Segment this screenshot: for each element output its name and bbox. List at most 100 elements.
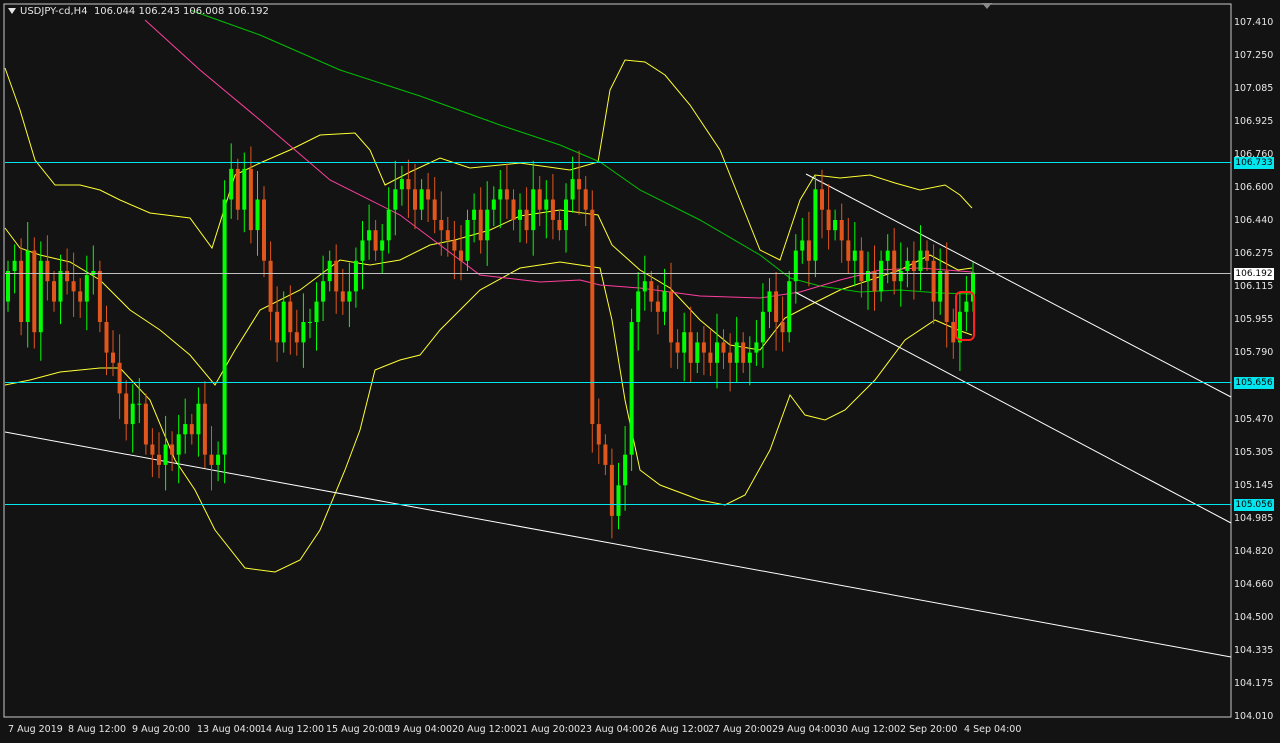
candle-body [294,332,299,343]
candle-body [938,271,943,302]
collapse-triangle-icon[interactable] [8,8,16,14]
candle-body [879,260,884,292]
price-axis-label: 104.335 [1234,644,1274,656]
candlesticks [6,143,975,539]
candle-body [393,189,398,210]
candle-body [537,189,542,210]
candle-body [19,260,24,322]
price-axis-label: 105.790 [1234,347,1274,359]
candle-body [465,220,470,261]
candle-body [675,342,680,353]
candle-body [367,230,372,241]
candle-body [957,311,962,343]
horizontal-level-tag: 106.192 [1234,267,1274,280]
candle-body [419,189,424,210]
candle-body [636,291,641,322]
candle-body [728,352,733,363]
price-axis-label: 107.410 [1234,17,1274,28]
candle-body [951,322,956,343]
candle-body [544,199,549,210]
horizontal-level-tag: 105.056 [1234,498,1274,511]
time-axis-label: 7 Aug 2019 [8,724,63,735]
candle-body [531,189,536,231]
candle-body [216,454,221,465]
candle-body [268,260,273,312]
candle-body [445,230,450,241]
candle-body [459,250,463,261]
trend-lines [4,173,1232,658]
candle-body [846,240,851,261]
candle-body [452,240,457,251]
time-axis-label: 15 Aug 20:00 [326,724,391,735]
candle-body [609,464,614,516]
candle-body [347,291,352,302]
candle-body [800,240,805,251]
trendline-channel-upper [805,173,1232,398]
candle-body [898,271,903,282]
time-axis-label: 27 Aug 20:00 [708,724,773,735]
candle-body [754,342,759,353]
candle-body [84,275,89,302]
candle-body [596,424,601,445]
time-axis-label: 23 Aug 04:00 [580,724,645,735]
candle-body [373,230,378,251]
candle-body [616,485,621,516]
candle-body [78,291,83,302]
candle-body [104,322,109,353]
candle-body [820,189,824,210]
candle-body [964,301,969,312]
candle-body [577,179,582,190]
chart-shift-marker-icon[interactable] [982,3,992,9]
candle-body [911,260,916,271]
candle-body [504,189,509,200]
candle-body [222,199,227,455]
horizontal-levels[interactable] [5,162,1231,505]
candle-body [688,332,693,363]
candle-body [833,220,838,231]
candle-body [557,220,562,231]
candle-body [872,271,877,292]
candle-body [275,311,280,343]
candle-body [741,342,746,363]
time-axis-label: 4 Sep 04:00 [964,724,1022,735]
candle-body [58,271,63,302]
candle-body [524,209,529,231]
price-chart[interactable] [0,0,1280,743]
candle-body [852,250,857,261]
candle-body [715,342,719,363]
candle-body [301,322,306,343]
candle-body [478,209,483,241]
candle-body [918,250,923,271]
time-axis-label: 20 Aug 12:00 [452,724,517,735]
candle-body [163,444,168,465]
time-axis-label: 14 Aug 12:00 [260,724,325,735]
candle-body [12,260,17,271]
price-axis-label: 106.925 [1234,116,1274,128]
chart-window[interactable]: USDJPY-cd,H4 106.044 106.243 106.008 106… [0,0,1280,743]
candle-body [321,281,326,302]
candle-body [334,260,339,292]
candle-body [774,291,779,322]
candle-body [655,301,660,312]
candle-body [281,301,286,343]
candle-body [386,209,391,241]
price-axis-label: 107.250 [1234,50,1274,62]
candle-body [511,199,516,220]
price-axis-label: 107.085 [1234,83,1274,95]
candle-body [176,434,181,455]
price-axis-label: 106.115 [1234,281,1274,293]
candle-body [353,260,358,292]
time-axis-label: 2 Sep 20:00 [900,724,958,735]
candle-body [340,291,345,302]
price-axis-label: 105.955 [1234,314,1274,326]
price-axis-label: 104.820 [1234,545,1274,557]
candle-body [866,271,870,282]
candle-body [701,342,706,353]
candle-body [787,281,792,333]
price-axis-label: 105.470 [1234,413,1274,425]
candle-body [734,342,739,363]
candle-body [491,199,496,210]
candle-body [708,352,713,363]
candle-body [839,220,844,241]
horizontal-level-tag: 106.733 [1234,156,1274,169]
